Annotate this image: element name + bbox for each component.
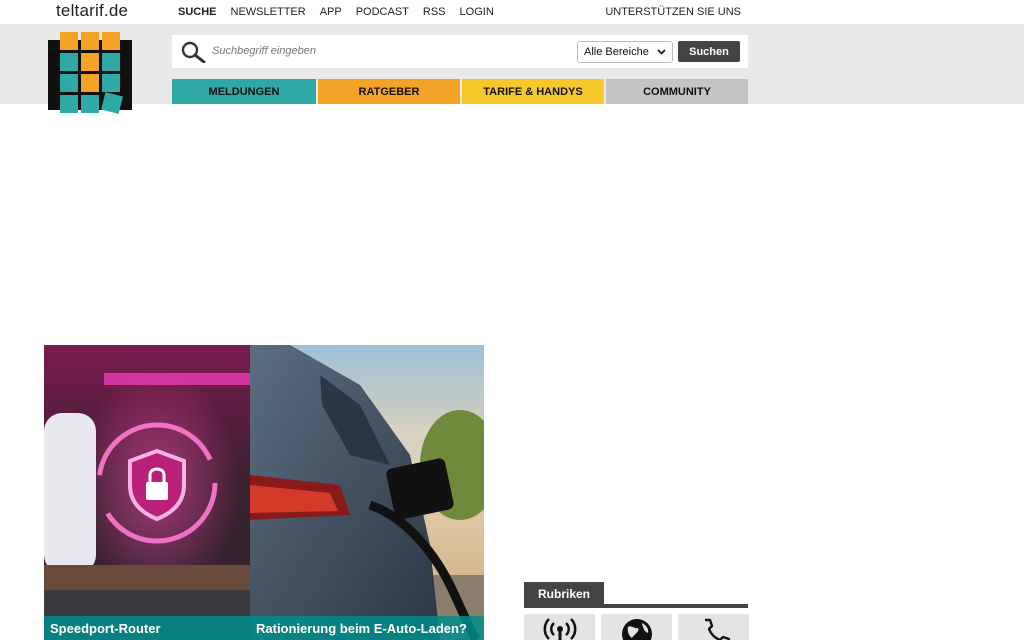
tab-meldungen[interactable]: MELDUNGEN xyxy=(172,79,316,104)
topnav-rss[interactable]: RSS xyxy=(423,6,446,18)
phone-icon xyxy=(704,618,730,640)
rubriken-icons xyxy=(524,614,749,640)
tab-tarife-handys[interactable]: TARIFE & HANDYS xyxy=(462,79,604,104)
tab-ratgeber[interactable]: RATGEBER xyxy=(318,79,460,104)
tab-community[interactable]: COMMUNITY xyxy=(606,79,748,104)
site-name-link[interactable]: teltarif.de xyxy=(56,1,128,21)
article-image-ev-charging xyxy=(250,345,484,640)
article-caption[interactable]: Rationierung beim E-Auto-Laden? xyxy=(250,616,484,640)
article-caption[interactable]: Speedport-Router xyxy=(44,616,250,640)
site-logo[interactable] xyxy=(48,32,132,114)
topnav-search[interactable]: SUCHE xyxy=(178,6,217,18)
article-card-speedport[interactable]: Speedport-Router xyxy=(44,345,250,640)
category-tabs: MELDUNGEN RATGEBER TARIFE & HANDYS COMMU… xyxy=(172,79,748,104)
topnav-login[interactable]: LOGIN xyxy=(460,6,494,18)
globe-icon xyxy=(621,619,652,640)
top-bar: teltarif.de SUCHE NEWSLETTER APP PODCAST… xyxy=(0,0,1024,24)
rubriken-title: Rubriken xyxy=(524,582,605,604)
article-image-router-security xyxy=(44,345,250,640)
topnav-app[interactable]: APP xyxy=(320,6,342,18)
support-link[interactable]: UNTERSTÜTZEN SIE UNS xyxy=(605,6,741,18)
article-card-eauto[interactable]: Rationierung beim E-Auto-Laden? xyxy=(250,345,484,640)
rubrik-festnetz[interactable] xyxy=(678,614,749,640)
chevron-down-icon xyxy=(657,49,666,55)
rubrik-internet[interactable] xyxy=(601,614,672,640)
rubriken-header: Rubriken xyxy=(524,582,748,608)
search-bar: Alle Bereiche Suchen xyxy=(172,35,748,68)
topnav-newsletter[interactable]: NEWSLETTER xyxy=(231,6,306,18)
search-icon[interactable] xyxy=(180,41,206,63)
rubriken-divider xyxy=(524,604,748,608)
search-input[interactable] xyxy=(212,40,572,62)
area-select[interactable]: Alle Bereiche xyxy=(577,41,673,63)
topnav-podcast[interactable]: PODCAST xyxy=(356,6,409,18)
rubrik-mobilfunk[interactable] xyxy=(524,614,595,640)
top-nav: SUCHE NEWSLETTER APP PODCAST RSS LOGIN xyxy=(178,6,494,18)
antenna-icon xyxy=(543,618,576,640)
search-button[interactable]: Suchen xyxy=(678,41,740,62)
area-select-value: Alle Bereiche xyxy=(584,46,649,58)
